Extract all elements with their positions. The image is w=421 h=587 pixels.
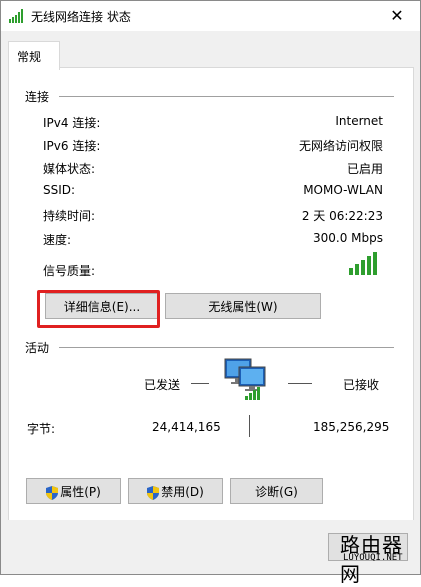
- signal-strength-icon: [349, 252, 377, 275]
- speed-label: 速度:: [43, 233, 72, 247]
- tab-general-label: 常规: [17, 50, 42, 64]
- ipv4-value: Internet: [335, 114, 383, 128]
- ipv6-label: IPv6 连接:: [43, 139, 101, 153]
- signal-quality-label: 信号质量:: [43, 264, 96, 278]
- duration-value: 2 天 06:22:23: [301, 209, 383, 223]
- ipv6-value: 无网络访问权限: [298, 139, 383, 153]
- ssid-value: MOMO-WLAN: [303, 183, 383, 197]
- properties-button-label: 属性(P): [60, 485, 101, 499]
- close-button[interactable]: ✕: [374, 1, 420, 31]
- properties-button[interactable]: 属性(P): [26, 478, 121, 504]
- ipv4-label: IPv4 连接:: [43, 116, 101, 130]
- wifi-signal-icon: [9, 9, 23, 23]
- wireless-properties-button[interactable]: 无线属性(W): [165, 293, 321, 319]
- tab-general[interactable]: 常规: [8, 41, 60, 70]
- sent-dash: [191, 383, 209, 384]
- tab-bar: 常规: [1, 31, 420, 70]
- activity-separator: [249, 415, 250, 437]
- ssid-label: SSID:: [43, 183, 76, 197]
- bytes-label: 字节:: [27, 422, 56, 436]
- sent-label: 已发送: [144, 378, 181, 392]
- highlight-box: [37, 290, 160, 328]
- watermark-url: LUYOUQI.NET: [343, 553, 403, 563]
- received-label: 已接收: [343, 378, 380, 392]
- media-state-value: 已启用: [346, 162, 383, 176]
- connection-section-label: 连接: [25, 90, 50, 104]
- connection-divider: [59, 96, 394, 97]
- status-dialog: 无线网络连接 状态 ✕ 常规 连接 IPv4 连接: Internet IPv6…: [0, 0, 421, 575]
- disable-button-label: 禁用(D): [161, 485, 204, 499]
- window-title: 无线网络连接 状态: [31, 10, 131, 24]
- speed-value: 300.0 Mbps: [312, 231, 383, 245]
- uac-shield-icon: [46, 485, 59, 500]
- received-dash: [288, 383, 312, 384]
- media-state-label: 媒体状态:: [43, 162, 96, 176]
- bytes-sent-value: 24,414,165: [152, 420, 221, 434]
- diagnose-button[interactable]: 诊断(G): [230, 478, 323, 504]
- activity-section-label: 活动: [25, 341, 50, 355]
- uac-shield-icon: [147, 485, 160, 500]
- title-bar: 无线网络连接 状态 ✕: [1, 1, 420, 31]
- close-icon: ✕: [390, 6, 404, 25]
- network-computers-icon: [224, 358, 266, 400]
- disable-button[interactable]: 禁用(D): [128, 478, 223, 504]
- bytes-received-value: 185,256,295: [313, 420, 390, 434]
- duration-label: 持续时间:: [43, 209, 96, 223]
- activity-divider: [59, 347, 394, 348]
